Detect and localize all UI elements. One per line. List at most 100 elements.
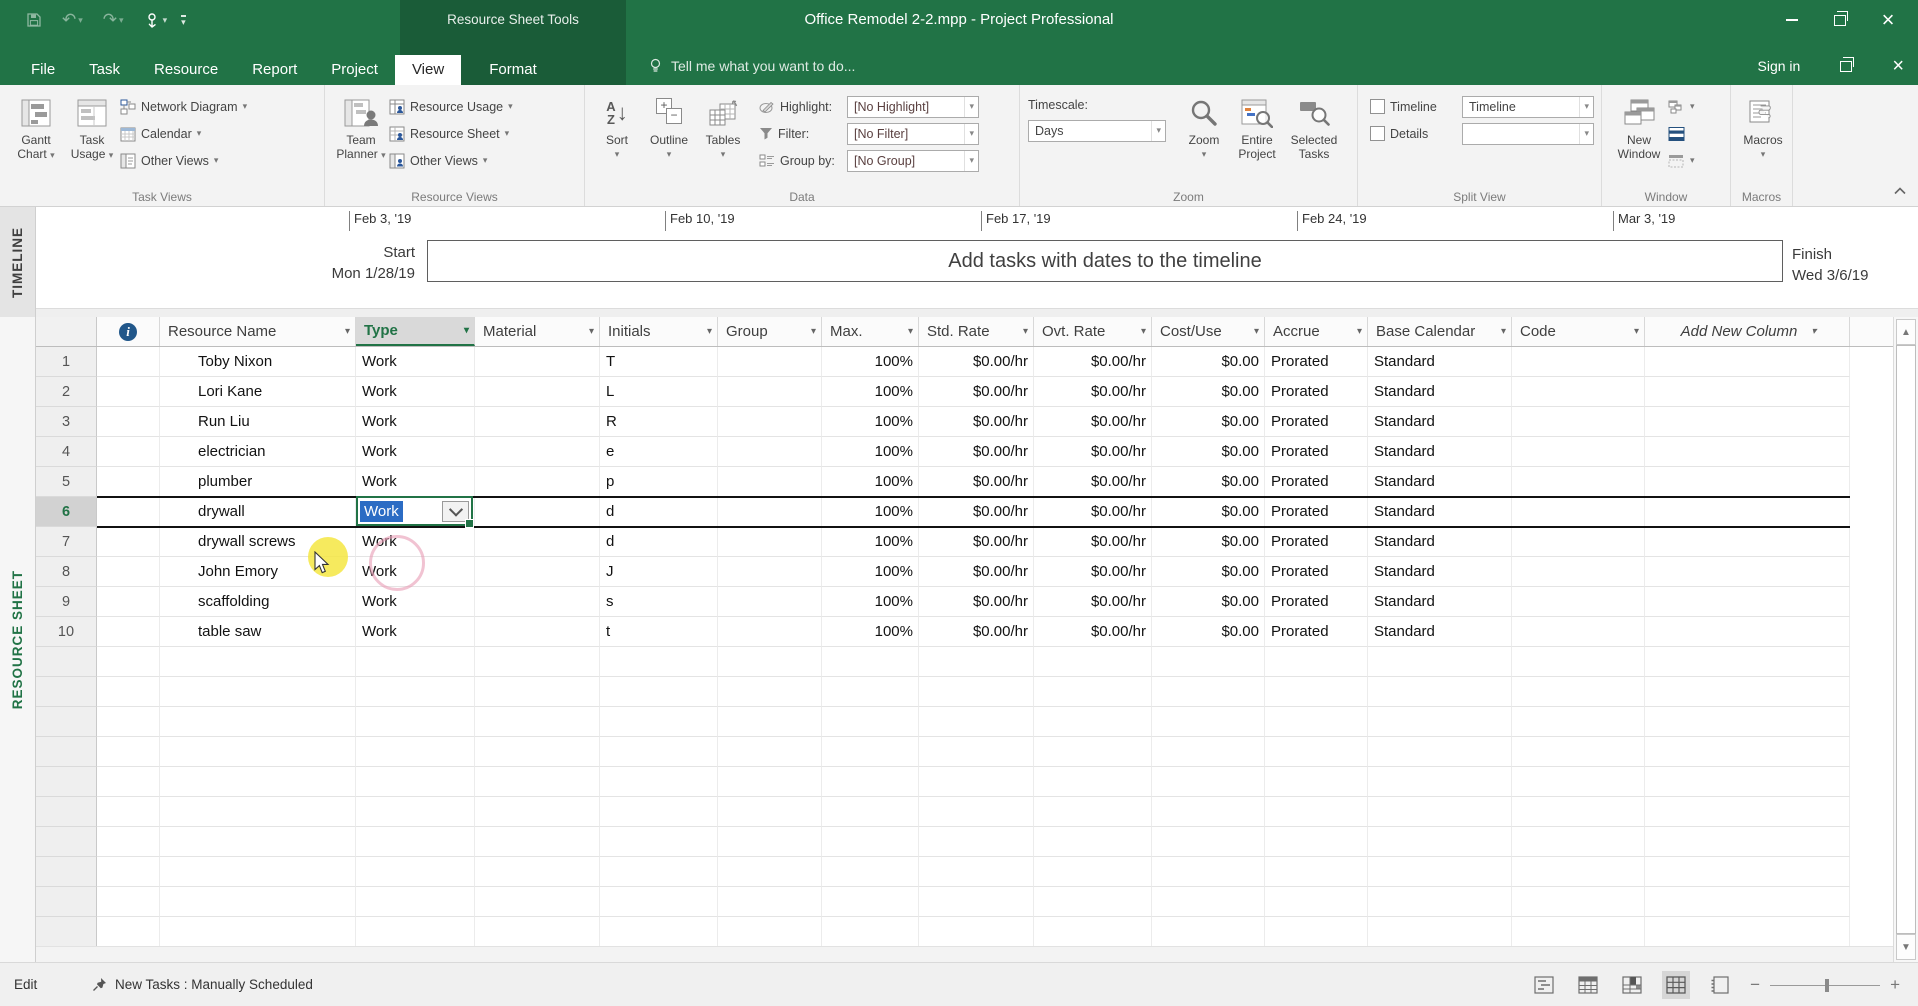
empty-table-row[interactable]: [36, 827, 1893, 857]
cell-ovt-rate[interactable]: $0.00/hr: [1034, 497, 1152, 527]
cell-max[interactable]: 100%: [822, 497, 919, 527]
resource-sheet-view-shortcut[interactable]: [1662, 970, 1691, 999]
cell-name[interactable]: Run Liu: [160, 407, 356, 437]
highlight-select-caret[interactable]: ▾: [964, 96, 978, 117]
cell-initials[interactable]: [600, 707, 718, 737]
column-header-accrue[interactable]: Accrue ▾: [1265, 317, 1368, 346]
group-by-select[interactable]: [No Group] ▾: [847, 149, 979, 172]
cell-group[interactable]: [718, 527, 822, 557]
cell-cost-use[interactable]: [1152, 887, 1265, 917]
zoom-out-button[interactable]: −: [1750, 975, 1760, 995]
empty-table-row[interactable]: [36, 647, 1893, 677]
cell-std-rate[interactable]: [919, 887, 1034, 917]
cell-material[interactable]: [475, 587, 600, 617]
cell-code[interactable]: [1512, 857, 1645, 887]
cell-name[interactable]: [160, 647, 356, 677]
cell-name[interactable]: [160, 887, 356, 917]
timeline-pane-strip[interactable]: TIMELINE: [0, 207, 36, 317]
team-planner-view-shortcut[interactable]: [1618, 971, 1646, 999]
empty-table-row[interactable]: [36, 707, 1893, 737]
cell-name[interactable]: electrician: [160, 437, 356, 467]
cell-name[interactable]: Lori Kane: [160, 377, 356, 407]
cell-group[interactable]: [718, 437, 822, 467]
switch-windows-button[interactable]: [1668, 120, 1695, 147]
cell-addnew[interactable]: [1645, 767, 1850, 797]
row-number[interactable]: 4: [36, 437, 97, 467]
cell-code[interactable]: [1512, 917, 1645, 947]
cell-base-calendar[interactable]: [1368, 767, 1512, 797]
column-header-type[interactable]: Type ▾: [356, 317, 475, 346]
row-number[interactable]: 6: [36, 497, 97, 527]
table-row[interactable]: 2 Lori Kane Work L 100% $0.00/hr $0.00/hr $0.00…: [36, 377, 1893, 407]
cell-code[interactable]: [1512, 347, 1645, 377]
highlight-select[interactable]: [No Highlight] ▾: [847, 95, 979, 118]
cell-group[interactable]: [718, 497, 822, 527]
empty-table-row[interactable]: [36, 887, 1893, 917]
cell-name[interactable]: Toby Nixon: [160, 347, 356, 377]
cell-group[interactable]: [718, 407, 822, 437]
vertical-scrollbar-thumb[interactable]: [1896, 345, 1916, 934]
timeline-view-select[interactable]: Timeline ▾: [1462, 95, 1594, 118]
cell-code[interactable]: [1512, 707, 1645, 737]
fill-handle[interactable]: [465, 519, 474, 528]
cell-base-calendar[interactable]: Standard: [1368, 347, 1512, 377]
restore-button[interactable]: [1816, 0, 1864, 40]
table-row[interactable]: 4 electrician Work e 100% $0.00/hr $0.00/hr $0.…: [36, 437, 1893, 467]
cell-max[interactable]: 100%: [822, 347, 919, 377]
timeline-band[interactable]: Add tasks with dates to the timeline: [427, 240, 1783, 282]
row-number[interactable]: [36, 827, 97, 857]
cell-type[interactable]: Work: [356, 587, 475, 617]
cell-addnew[interactable]: [1645, 377, 1850, 407]
cell-ovt-rate[interactable]: $0.00/hr: [1034, 617, 1152, 647]
cell-base-calendar[interactable]: [1368, 797, 1512, 827]
timescale-select[interactable]: Days ▾: [1028, 119, 1166, 142]
cell-material[interactable]: [475, 827, 600, 857]
cell-cost-use[interactable]: $0.00: [1152, 557, 1265, 587]
resource-name-filter-icon[interactable]: ▾: [345, 326, 350, 337]
cell-group[interactable]: [718, 917, 822, 947]
cell-name[interactable]: plumber: [160, 467, 356, 497]
indicator-cell[interactable]: [97, 707, 160, 737]
cell-base-calendar[interactable]: Standard: [1368, 407, 1512, 437]
cell-base-calendar[interactable]: [1368, 647, 1512, 677]
column-header-std-rate[interactable]: Std. Rate ▾: [919, 317, 1034, 346]
zoom-in-button[interactable]: +: [1890, 975, 1900, 995]
cell-ovt-rate[interactable]: $0.00/hr: [1034, 557, 1152, 587]
tab-report[interactable]: Report: [235, 55, 314, 85]
cell-cost-use[interactable]: [1152, 737, 1265, 767]
cell-max[interactable]: [822, 857, 919, 887]
row-number[interactable]: [36, 677, 97, 707]
cell-cost-use[interactable]: [1152, 857, 1265, 887]
cell-accrue[interactable]: [1265, 887, 1368, 917]
type-filter-icon[interactable]: ▾: [464, 325, 469, 336]
column-header-initials[interactable]: Initials ▾: [600, 317, 718, 346]
cell-initials[interactable]: s: [600, 587, 718, 617]
cell-std-rate[interactable]: [919, 677, 1034, 707]
column-header-max[interactable]: Max. ▾: [822, 317, 919, 346]
indicator-cell[interactable]: [97, 887, 160, 917]
cell-accrue[interactable]: Prorated: [1265, 347, 1368, 377]
cell-type[interactable]: [356, 767, 475, 797]
cell-max[interactable]: [822, 647, 919, 677]
entire-project-button[interactable]: Entire Project: [1230, 90, 1284, 161]
undo-dropdown-icon[interactable]: ▾: [78, 15, 83, 26]
cell-group[interactable]: [718, 377, 822, 407]
cell-accrue[interactable]: [1265, 917, 1368, 947]
cell-std-rate[interactable]: [919, 767, 1034, 797]
cell-accrue[interactable]: Prorated: [1265, 587, 1368, 617]
cell-base-calendar[interactable]: [1368, 857, 1512, 887]
calendar-button[interactable]: Calendar ▾: [120, 120, 247, 147]
cell-std-rate[interactable]: $0.00/hr: [919, 497, 1034, 527]
touch-mode-dropdown-icon[interactable]: ▾: [163, 15, 168, 26]
cell-accrue[interactable]: [1265, 767, 1368, 797]
gantt-chart-button[interactable]: Gantt Chart ▾: [8, 90, 64, 162]
indicator-cell[interactable]: [97, 557, 160, 587]
cell-ovt-rate[interactable]: [1034, 737, 1152, 767]
cell-type[interactable]: [356, 737, 475, 767]
tables-button[interactable]: Tables ▾: [697, 90, 749, 161]
cell-addnew[interactable]: [1645, 857, 1850, 887]
cell-material[interactable]: [475, 707, 600, 737]
cell-code[interactable]: [1512, 557, 1645, 587]
cell-max[interactable]: [822, 677, 919, 707]
cell-max[interactable]: 100%: [822, 527, 919, 557]
